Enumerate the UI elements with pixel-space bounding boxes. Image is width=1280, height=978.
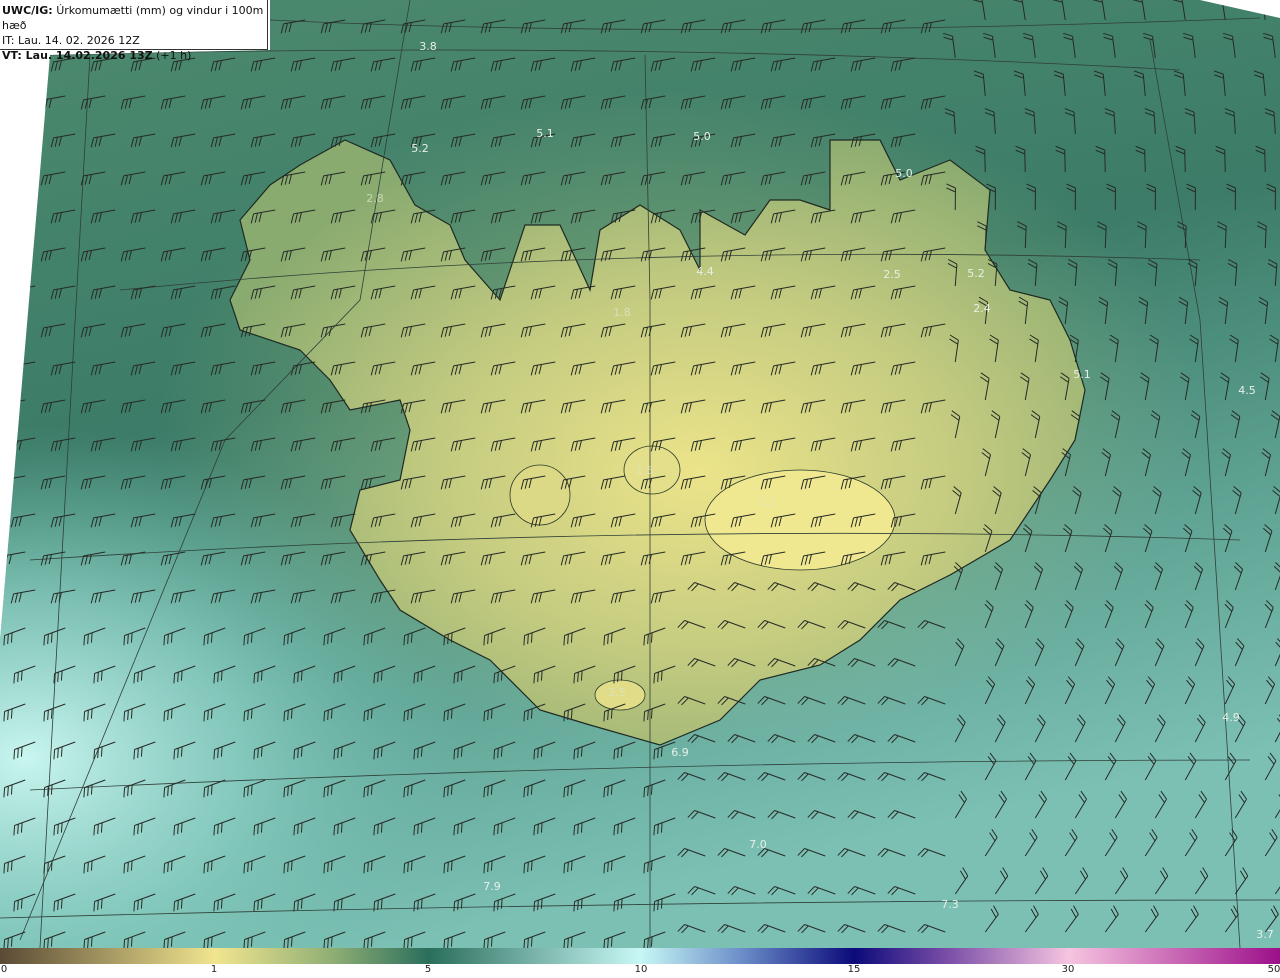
colorbar-tick: 1 xyxy=(210,964,218,975)
precip-value-label: 7.0 xyxy=(749,838,767,851)
precip-value-label: 5.1 xyxy=(1073,368,1091,381)
precip-value-label: 7.3 xyxy=(941,898,959,911)
wind-barb xyxy=(0,95,26,110)
colorbar-tick: 10 xyxy=(634,964,648,975)
wind-barb xyxy=(0,247,26,262)
precip-value-label: 6.9 xyxy=(671,746,689,759)
valid-time-line: VT: Lau. 14.02.2026 13Z (+1 h) xyxy=(2,48,267,63)
precip-value-label: 3.8 xyxy=(419,40,437,53)
colorbar-tick: 30 xyxy=(1061,964,1075,975)
colorbar-tick: 0 xyxy=(0,964,8,975)
wind-barb xyxy=(10,209,36,224)
precip-value-label: 1.1 xyxy=(758,496,776,509)
colorbar-ticks: 0 1 5 10 15 30 50 xyxy=(0,964,1280,978)
colorbar-gradient xyxy=(0,948,1280,964)
precip-value-label: 3.7 xyxy=(1256,928,1274,941)
precip-value-label: 1.8 xyxy=(613,306,631,319)
precip-value-label: 1.5 xyxy=(636,464,654,477)
model-name: UWC/IG: xyxy=(2,4,53,17)
map-domain: 3.8 5.2 5.1 5.0 5.0 4.4 2.5 5.2 2.4 5.1 4.5 6.9 4.9 7… xyxy=(0,0,1280,948)
colorbar-tick: 50 xyxy=(1267,964,1280,975)
precip-value-label: 4.5 xyxy=(1238,384,1256,397)
precip-value-label: 2.8 xyxy=(366,192,384,205)
init-time: IT: Lau. 14. 02. 2026 12Z xyxy=(2,34,140,47)
precip-value-label: 7.9 xyxy=(483,880,501,893)
wind-barb xyxy=(0,323,26,338)
colorbar-tick: 15 xyxy=(847,964,861,975)
colorbar xyxy=(0,948,1280,964)
colorbar-tick: 5 xyxy=(424,964,432,975)
precip-value-label: 5.1 xyxy=(536,127,554,140)
precip-value-label: 4.4 xyxy=(696,265,714,278)
precip-value-label: 5.0 xyxy=(693,130,711,143)
precip-value-label: 5.2 xyxy=(967,267,985,280)
glacier-langjokull xyxy=(509,464,571,526)
precip-value-label: 5.0 xyxy=(895,167,913,180)
wind-barb xyxy=(0,171,26,186)
wind-barb xyxy=(10,133,36,148)
precipitation-wind-map: 3.8 5.2 5.1 5.0 5.0 4.4 2.5 5.2 2.4 5.1 4.5 6.9 4.9 7… xyxy=(0,0,1280,948)
precip-value-label: 5.2 xyxy=(411,142,429,155)
map-title-box: UWC/IG: Úrkomumætti (mm) og vindur i 100… xyxy=(0,0,268,62)
precip-value-label: 2.4 xyxy=(973,302,991,315)
valid-time: VT: Lau. 14.02.2026 13Z xyxy=(2,49,153,62)
precip-value-label: 4.9 xyxy=(1222,711,1240,724)
precip-value-label: 2.5 xyxy=(608,686,626,699)
precip-value-label: 2.5 xyxy=(883,268,901,281)
title-line: UWC/IG: Úrkomumætti (mm) og vindur i 100… xyxy=(2,3,267,33)
forecast-offset: (+1 h) xyxy=(156,49,192,62)
